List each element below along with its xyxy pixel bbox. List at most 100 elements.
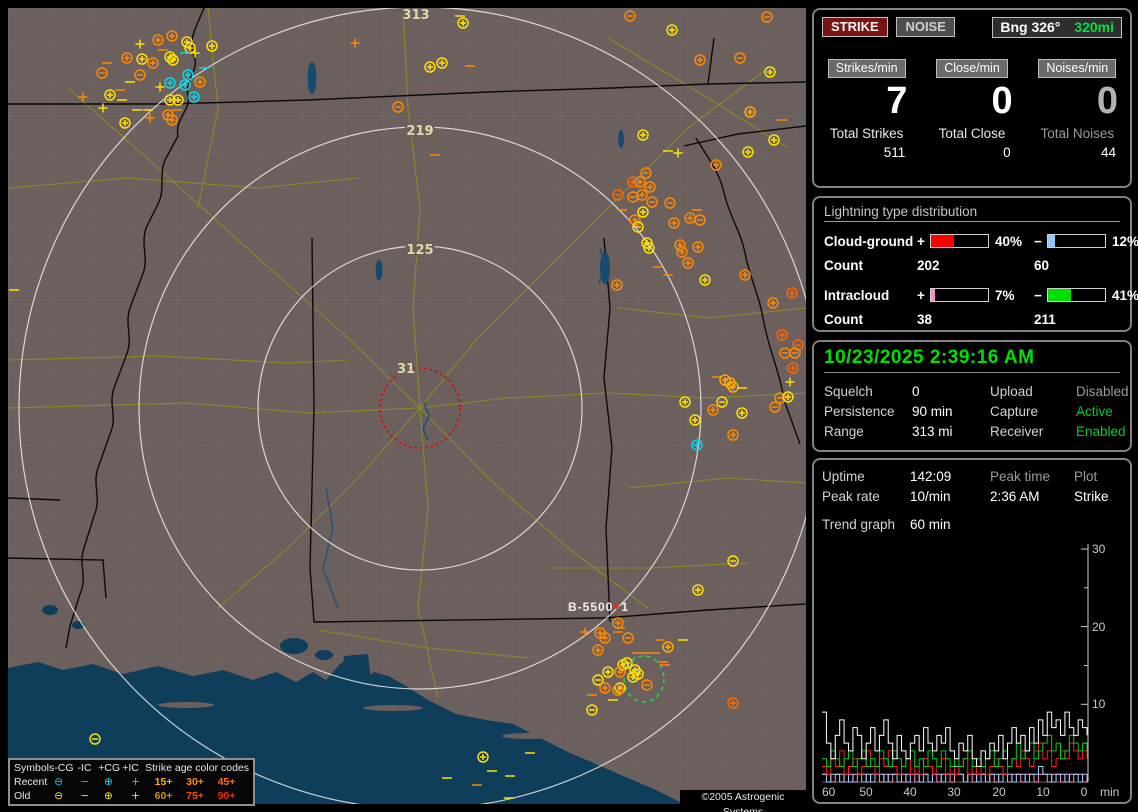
uptime-value: 142:09	[910, 468, 952, 484]
x-tick-20: 20	[992, 785, 1006, 798]
y-tick-10: 10	[1092, 697, 1106, 711]
y-tick-30: 30	[1092, 542, 1106, 556]
bearing-readout: Bng 326° 320mi	[992, 17, 1122, 38]
trend-graph-label: Trend graph	[822, 516, 896, 532]
age-75: 75+	[186, 790, 204, 802]
capture-status: Active	[1076, 403, 1113, 419]
legend-neg-cg-label: -CG	[54, 762, 74, 774]
peak-rate-label: Peak rate	[822, 488, 880, 504]
minus-sign: −	[1034, 287, 1042, 303]
x-tick-60: 60	[822, 785, 836, 798]
minus-sign: −	[1034, 233, 1042, 249]
total-strikes-value: 511	[883, 145, 906, 160]
ic-plus-recent-icon: +	[131, 776, 140, 788]
receiver-status: Enabled	[1076, 423, 1126, 439]
range-label: Range	[824, 423, 864, 439]
storm-cell-count: 1	[621, 600, 630, 614]
legend-old-label: Old	[14, 790, 31, 802]
total-close-label: Total Close	[938, 126, 1006, 141]
x-tick-50: 50	[859, 785, 873, 798]
range-value: 313 mi	[912, 423, 953, 439]
trend-graph: 30 20 10 60 50 40 30 20 10 0 min	[822, 542, 1119, 798]
strike-mode-button[interactable]: STRIKE	[822, 17, 888, 37]
ic-positive-pct: 7%	[995, 287, 1015, 303]
squelch-value: 0	[912, 383, 920, 399]
trend-window-value: 60 min	[910, 516, 951, 532]
cg-plus-recent-icon: ⊕	[103, 776, 113, 788]
legend-symbols-label: Symbols	[14, 762, 55, 774]
persistence-value: 90 min	[912, 403, 953, 419]
x-tick-10: 10	[1036, 785, 1050, 798]
age-90: 90+	[217, 790, 236, 802]
total-noises-label: Total Noises	[1040, 126, 1115, 141]
noises-per-min-button[interactable]: Noises/min	[1038, 59, 1117, 78]
app-window: 313 219 125 31 B-5500+1 Symbols -CG -IC …	[0, 0, 1138, 812]
ring-label-219: 219	[406, 124, 433, 139]
ic-count-label: Count	[824, 311, 863, 327]
age-30: 30+	[186, 776, 204, 788]
y-tick-20: 20	[1092, 620, 1106, 634]
ring-label-31: 31	[397, 362, 415, 377]
age-45: 45+	[217, 776, 236, 788]
storm-cell-label: B-5500+1	[568, 600, 629, 614]
strikes-per-min-value: 7	[886, 80, 908, 122]
cg-negative-count: 60	[1034, 257, 1050, 273]
datetime-display: 10/23/2025 2:39:16 AM	[824, 347, 1120, 373]
total-close-value: 0	[1003, 145, 1011, 160]
x-tick-0: 0	[1081, 785, 1088, 798]
cg-positive-count: 202	[917, 257, 940, 273]
bearing-range-value: 320mi	[1074, 19, 1114, 35]
total-strikes-label: Total Strikes	[829, 126, 904, 141]
cloud-ground-label: Cloud-ground	[824, 233, 914, 249]
legend-recent-row: Recent ⊖ − ⊕ + 15+ 30+ 45+	[14, 775, 249, 789]
legend-recent-label: Recent	[14, 776, 48, 788]
plus-sign: +	[917, 233, 925, 249]
upload-status: Disabled	[1076, 383, 1129, 399]
ic-negative-pct: 41%	[1112, 287, 1138, 303]
legend-pos-cg-label: +CG	[98, 762, 121, 774]
age-15: 15+	[154, 776, 173, 788]
noise-mode-button[interactable]: NOISE	[896, 17, 955, 37]
legend-pos-ic-label: +IC	[122, 762, 139, 774]
ic-negative-count: 211	[1034, 311, 1056, 327]
cg-negative-bar	[1047, 234, 1106, 248]
trend-panel: Uptime 142:09 Peak time Plot Peak rate 1…	[812, 458, 1132, 804]
bearing-value: Bng 326°	[1000, 19, 1061, 35]
strikes-per-min-button[interactable]: Strikes/min	[827, 59, 906, 78]
ring-label-313: 313	[402, 8, 429, 23]
copyright-text: ©2005 Astrogenic Systems	[680, 790, 806, 812]
squelch-label: Squelch	[824, 383, 873, 399]
status-panel: 10/23/2025 2:39:16 AM Squelch 0 Upload D…	[812, 340, 1132, 452]
ring-label-125: 125	[406, 243, 433, 258]
distribution-title: Lightning type distribution	[824, 204, 1120, 222]
map-canvas[interactable]: 313 219 125 31 B-5500+1 Symbols -CG -IC …	[8, 8, 806, 812]
close-per-min-button[interactable]: Close/min	[936, 59, 1008, 78]
cg-positive-bar	[930, 234, 989, 248]
legend-neg-ic-label: -IC	[77, 762, 92, 774]
upload-label: Upload	[990, 383, 1033, 399]
intracloud-label: Intracloud	[824, 287, 890, 303]
lightning-distribution-panel: Lightning type distribution Cloud-ground…	[812, 196, 1138, 332]
cg-plus-old-icon: ⊕	[103, 790, 113, 802]
peak-rate-value: 10/min	[910, 488, 951, 504]
legend-age-codes-label: Strike age color codes	[145, 762, 249, 774]
ic-negative-bar	[1047, 288, 1106, 302]
plot-label: Plot	[1074, 468, 1098, 484]
cg-minus-old-icon: ⊖	[54, 790, 63, 802]
plus-sign: +	[917, 287, 925, 303]
symbol-legend: Symbols -CG -IC +CG +IC Strike age color…	[8, 758, 255, 806]
noises-per-min-value: 0	[1096, 80, 1118, 122]
map-graphics: 313 219 125 31	[8, 8, 806, 804]
x-tick-30: 30	[947, 785, 961, 798]
cg-count-label: Count	[824, 257, 863, 273]
ic-positive-count: 38	[917, 311, 933, 327]
cg-positive-pct: 40%	[995, 233, 1023, 249]
total-noises-value: 44	[1100, 145, 1116, 160]
ic-plus-old-icon: +	[131, 790, 140, 802]
strike-counters-panel: STRIKE NOISE Bng 326° 320mi Strikes/min …	[812, 8, 1132, 188]
peak-time-label: Peak time	[990, 468, 1051, 484]
capture-label: Capture	[990, 403, 1039, 419]
uptime-label: Uptime	[822, 468, 865, 484]
plot-mode-value: Strike	[1074, 488, 1109, 504]
x-unit-label: min	[1100, 785, 1119, 798]
